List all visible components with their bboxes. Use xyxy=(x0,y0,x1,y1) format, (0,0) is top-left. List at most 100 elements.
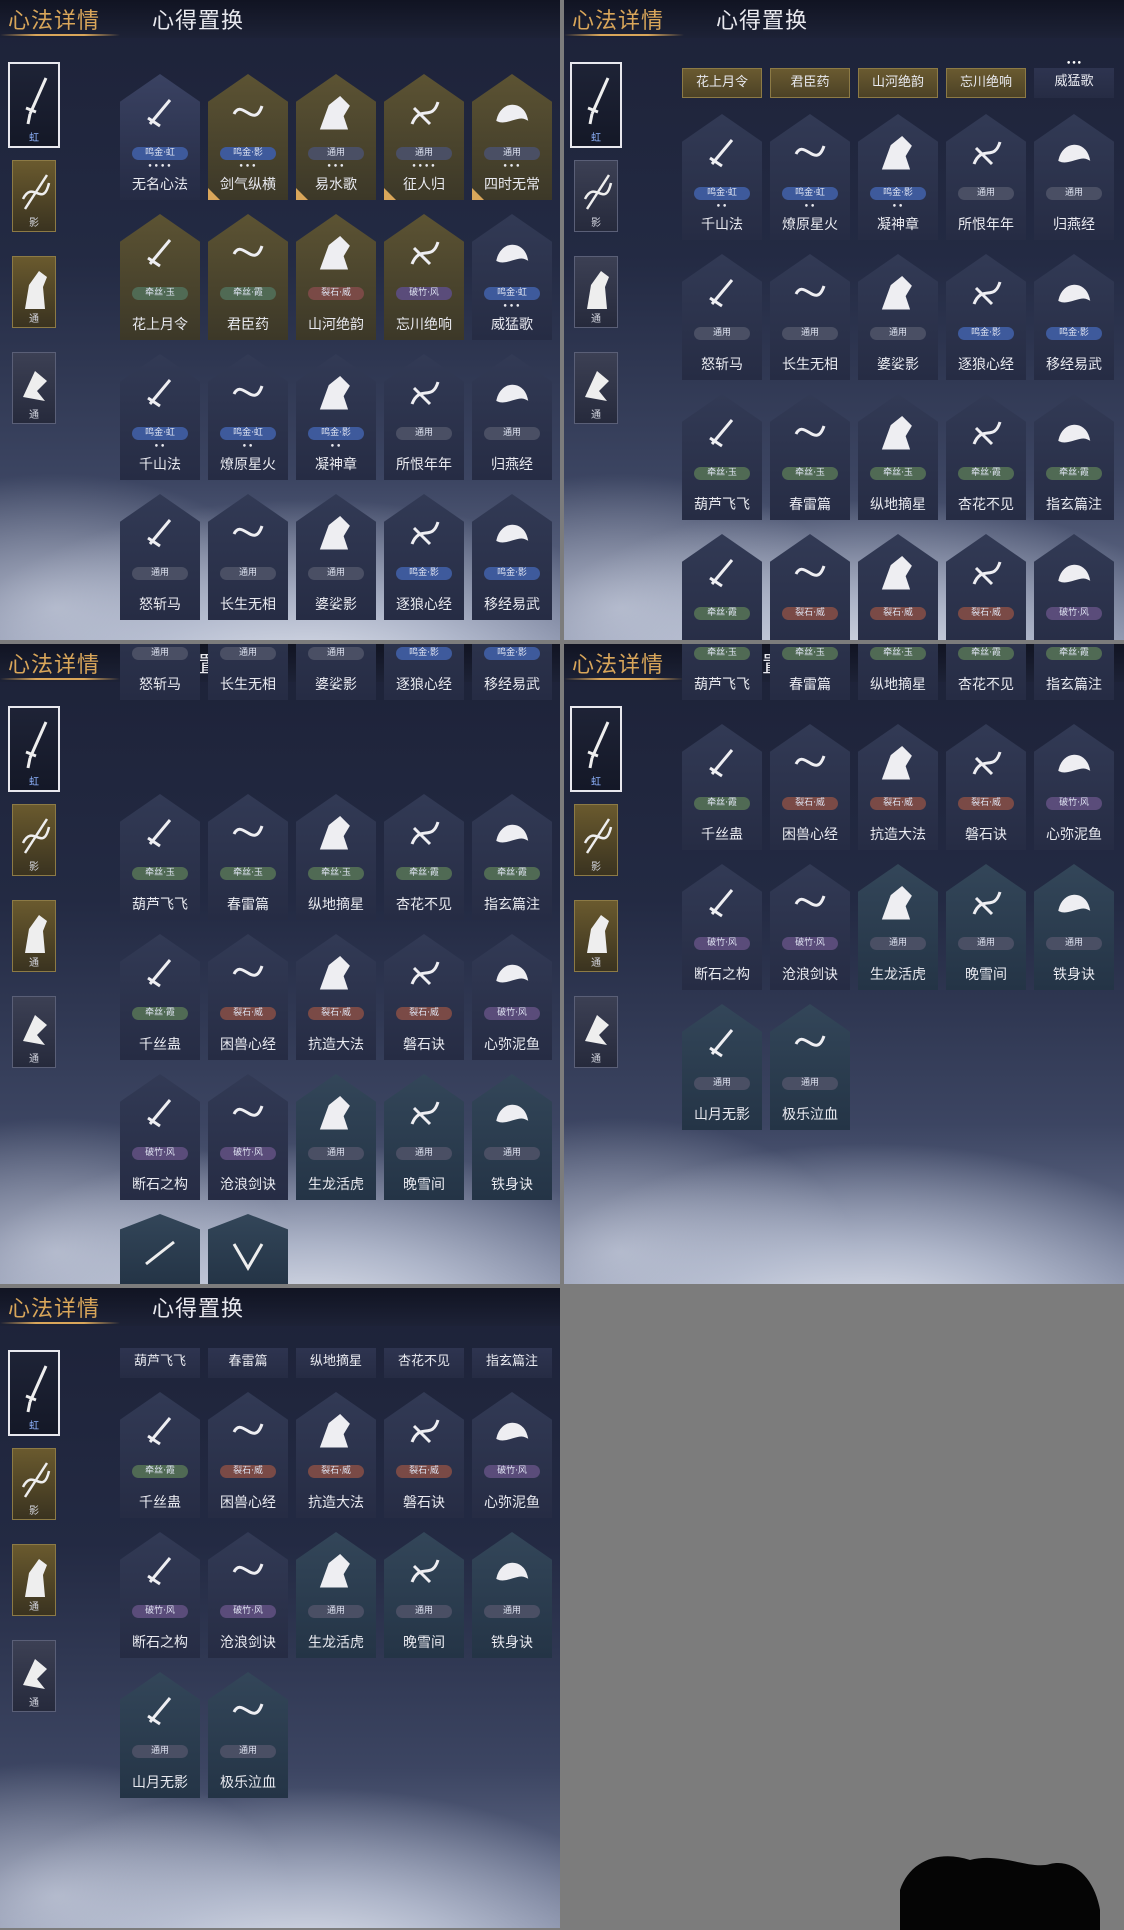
sidebar-item-hong[interactable]: 虹 xyxy=(8,62,60,148)
sidebar-item-ying[interactable]: 影 xyxy=(12,1448,56,1520)
sidebar-item-ying[interactable]: 影 xyxy=(12,160,56,232)
skill-card[interactable]: 破竹·风 沧浪剑诀 xyxy=(770,864,850,990)
skill-card[interactable]: 裂石·威 xyxy=(770,534,850,640)
skill-card[interactable]: 牵丝·玉 葫芦飞飞 xyxy=(120,794,200,920)
skill-strip[interactable]: 花上月令 xyxy=(682,68,762,98)
partial-card[interactable] xyxy=(120,1214,200,1284)
skill-card[interactable]: 牵丝·玉 花上月令 xyxy=(120,214,200,340)
tab-swap[interactable]: 心得置换 xyxy=(152,1291,244,1323)
skill-card[interactable]: 通用 ••• 四时无常 xyxy=(472,74,552,200)
skill-card[interactable]: 牵丝·霞 千丝蛊 xyxy=(120,934,200,1060)
skill-card[interactable]: 破竹·风 忘川绝响 xyxy=(384,214,464,340)
skill-card[interactable]: 破竹·风 沧浪剑诀 xyxy=(208,1532,288,1658)
skill-card[interactable]: 牵丝·霞 指玄篇注 xyxy=(1034,394,1114,520)
skill-card[interactable]: 鸣金·虹 •• 燎原星火 xyxy=(208,354,288,480)
skill-card[interactable]: 通用 怒斩马 xyxy=(682,254,762,380)
skill-card[interactable]: 牵丝·霞 指玄篇注 xyxy=(472,794,552,920)
skill-strip[interactable]: 山河绝韵 xyxy=(858,68,938,98)
sidebar-item-hong[interactable]: 虹 xyxy=(570,62,622,148)
skill-card[interactable]: 牵丝·霞 杏花不见 xyxy=(946,644,1026,700)
sidebar-item-tong-horse[interactable]: 通 xyxy=(12,1544,56,1616)
skill-card[interactable]: 牵丝·玉 春雷篇 xyxy=(770,644,850,700)
skill-card[interactable]: 牵丝·玉 葫芦飞飞 xyxy=(682,394,762,520)
skill-card[interactable]: 裂石·威 xyxy=(858,534,938,640)
skill-card[interactable]: 通用 极乐泣血 xyxy=(770,1004,850,1130)
skill-card[interactable]: 牵丝·玉 纵地摘星 xyxy=(858,644,938,700)
skill-card[interactable]: 破竹·风 心弥泥鱼 xyxy=(472,1392,552,1518)
tab-detail[interactable]: 心法详情 xyxy=(8,647,100,679)
skill-card[interactable]: 牵丝·玉 纵地摘星 xyxy=(858,394,938,520)
partial-card[interactable] xyxy=(208,1214,288,1284)
skill-card[interactable]: 裂石·威 困兽心经 xyxy=(770,724,850,850)
sidebar-item-ying[interactable]: 影 xyxy=(574,804,618,876)
skill-card[interactable]: 牵丝·霞 指玄篇注 xyxy=(1034,644,1114,700)
skill-card[interactable]: 通用 所恨年年 xyxy=(384,354,464,480)
skill-card[interactable]: 通用 归燕经 xyxy=(472,354,552,480)
skill-card[interactable]: 通用 山月无影 xyxy=(120,1672,200,1798)
skill-card[interactable]: 牵丝·霞 杏花不见 xyxy=(384,794,464,920)
skill-card[interactable]: 鸣金·虹 ••• 威猛歌 xyxy=(472,214,552,340)
skill-card[interactable]: 通用 归燕经 xyxy=(1034,114,1114,240)
sidebar-item-tong-horse[interactable]: 通 xyxy=(12,256,56,328)
skill-card[interactable]: 牵丝·霞 君臣药 xyxy=(208,214,288,340)
skill-card[interactable]: 通用 铁身诀 xyxy=(472,1074,552,1200)
skill-card[interactable]: 牵丝·霞 千丝蛊 xyxy=(120,1392,200,1518)
skill-card[interactable]: 鸣金·影 逐狼心经 xyxy=(384,494,464,620)
skill-card[interactable]: 通用 铁身诀 xyxy=(472,1532,552,1658)
skill-card[interactable]: 通用 所恨年年 xyxy=(946,114,1026,240)
sidebar-item-tong-hands[interactable]: 通 xyxy=(12,1640,56,1712)
sidebar-item-tong-hands[interactable]: 通 xyxy=(12,352,56,424)
skill-card[interactable]: 破竹·风 xyxy=(1034,534,1114,640)
skill-card[interactable]: 通用 生龙活虎 xyxy=(858,864,938,990)
skill-card[interactable]: 鸣金·影 •• 凝神章 xyxy=(296,354,376,480)
skill-strip[interactable]: 纵地摘星 xyxy=(296,1348,376,1378)
tab-swap[interactable]: 心得置换 xyxy=(152,3,244,35)
skill-strip[interactable]: 威猛歌 ••• xyxy=(1034,60,1114,98)
skill-card[interactable]: 通用 婆娑影 xyxy=(296,494,376,620)
skill-card[interactable]: 破竹·风 心弥泥鱼 xyxy=(1034,724,1114,850)
skill-card[interactable]: 通用 晚雪间 xyxy=(384,1532,464,1658)
skill-card[interactable]: 牵丝·霞 杏花不见 xyxy=(946,394,1026,520)
skill-strip[interactable]: 杏花不见 xyxy=(384,1348,464,1378)
skill-card[interactable]: 鸣金·影 逐狼心经 xyxy=(384,644,464,700)
skill-strip[interactable]: 葫芦飞飞 xyxy=(120,1348,200,1378)
skill-card[interactable]: 鸣金·虹 •• 燎原星火 xyxy=(770,114,850,240)
skill-card[interactable]: 裂石·威 抗造大法 xyxy=(296,934,376,1060)
skill-card[interactable]: 裂石·威 磐石诀 xyxy=(384,1392,464,1518)
tab-detail[interactable]: 心法详情 xyxy=(572,3,664,35)
skill-card[interactable]: 鸣金·影 移经易武 xyxy=(472,494,552,620)
tab-detail[interactable]: 心法详情 xyxy=(8,1291,100,1323)
skill-card[interactable]: 鸣金·虹 •• 千山法 xyxy=(682,114,762,240)
skill-card[interactable]: 牵丝·霞 千丝蛊 xyxy=(682,724,762,850)
skill-card[interactable]: 通用 怒斩马 xyxy=(120,644,200,700)
sidebar-item-hong[interactable]: 虹 xyxy=(8,1350,60,1436)
skill-card[interactable]: 通用 生龙活虎 xyxy=(296,1532,376,1658)
sidebar-item-ying[interactable]: 影 xyxy=(574,160,618,232)
skill-card[interactable]: 裂石·威 困兽心经 xyxy=(208,1392,288,1518)
skill-card[interactable]: 破竹·风 心弥泥鱼 xyxy=(472,934,552,1060)
skill-card[interactable]: 通用 长生无相 xyxy=(770,254,850,380)
skill-card[interactable]: 鸣金·影 移经易武 xyxy=(1034,254,1114,380)
skill-card[interactable]: 牵丝·霞 xyxy=(682,534,762,640)
skill-card[interactable]: 通用 怒斩马 xyxy=(120,494,200,620)
skill-card[interactable]: 裂石·威 xyxy=(946,534,1026,640)
skill-card[interactable]: 通用 ••• 易水歌 xyxy=(296,74,376,200)
skill-card[interactable]: 鸣金·影 移经易武 xyxy=(472,644,552,700)
skill-card[interactable]: 裂石·威 磐石诀 xyxy=(384,934,464,1060)
skill-card[interactable]: 裂石·威 山河绝韵 xyxy=(296,214,376,340)
sidebar-item-ying[interactable]: 影 xyxy=(12,804,56,876)
tab-swap[interactable]: 心得置换 xyxy=(716,3,808,35)
sidebar-item-tong-horse[interactable]: 通 xyxy=(12,900,56,972)
skill-strip[interactable]: 指玄篇注 xyxy=(472,1348,552,1378)
skill-card[interactable]: 通用 婆娑影 xyxy=(858,254,938,380)
skill-card[interactable]: 破竹·风 断石之构 xyxy=(682,864,762,990)
skill-card[interactable]: 通用 生龙活虎 xyxy=(296,1074,376,1200)
skill-card[interactable]: 牵丝·玉 春雷篇 xyxy=(208,794,288,920)
skill-card[interactable]: 通用 长生无相 xyxy=(208,494,288,620)
sidebar-item-tong-hands[interactable]: 通 xyxy=(12,996,56,1068)
skill-card[interactable]: 裂石·威 抗造大法 xyxy=(858,724,938,850)
sidebar-item-tong-horse[interactable]: 通 xyxy=(574,900,618,972)
skill-card[interactable]: 通用 山月无影 xyxy=(682,1004,762,1130)
skill-card[interactable]: 通用 长生无相 xyxy=(208,644,288,700)
skill-card[interactable]: 牵丝·玉 葫芦飞飞 xyxy=(682,644,762,700)
